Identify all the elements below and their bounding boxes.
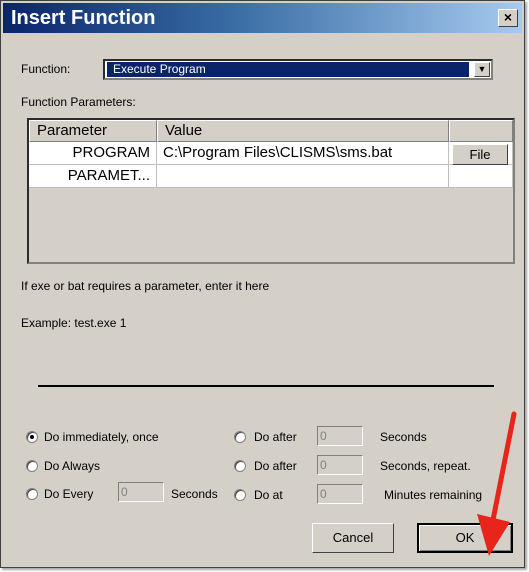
file-browse-button[interactable]: File xyxy=(452,144,508,165)
chevron-down-icon[interactable]: ▼ xyxy=(474,62,490,77)
cancel-button[interactable]: Cancel xyxy=(312,523,394,553)
radio-do-always[interactable] xyxy=(26,460,38,472)
function-select[interactable]: Execute Program ▼ xyxy=(103,59,493,80)
table-row-parameters-value[interactable] xyxy=(157,165,449,188)
do-always-label[interactable]: Do Always xyxy=(44,459,100,473)
do-at-unit-label: Minutes remaining xyxy=(384,488,483,502)
radio-do-after-seconds[interactable] xyxy=(234,431,246,443)
radio-do-immediately[interactable] xyxy=(26,431,38,443)
table-row-parameters-parameter[interactable]: PARAMET... xyxy=(29,165,157,188)
do-after-repeat-label[interactable]: Do after xyxy=(254,459,297,473)
title-bar[interactable]: Insert Function × xyxy=(3,3,522,33)
do-after-seconds-unit-label: Seconds xyxy=(380,430,427,444)
do-immediately-label[interactable]: Do immediately, once xyxy=(44,430,159,444)
radio-do-at[interactable] xyxy=(234,489,246,501)
ok-button[interactable]: OK xyxy=(417,523,513,553)
function-label: Function: xyxy=(21,62,71,76)
do-after-seconds-input[interactable]: 0 xyxy=(317,426,363,446)
radio-do-every[interactable] xyxy=(26,488,38,500)
insert-function-dialog: Insert Function × Function: Execute Prog… xyxy=(0,0,525,568)
do-after-repeat-input[interactable]: 0 xyxy=(317,455,363,475)
function-select-value: Execute Program xyxy=(107,62,469,77)
do-at-label[interactable]: Do at xyxy=(254,488,283,502)
parameter-hint-text: If exe or bat requires a parameter, ente… xyxy=(21,279,270,293)
do-at-minutes-input[interactable]: 0 xyxy=(317,484,363,504)
function-parameters-label: Function Parameters: xyxy=(21,95,136,109)
close-button[interactable]: × xyxy=(498,9,518,27)
table-row-parameters-action-cell xyxy=(449,165,513,188)
do-after-seconds-label[interactable]: Do after xyxy=(254,430,297,444)
radio-do-after-repeat[interactable] xyxy=(234,460,246,472)
table-row-program-value[interactable]: C:\Program Files\CLISMS\sms.bat xyxy=(157,142,449,165)
separator-line xyxy=(38,385,494,387)
window-title: Insert Function xyxy=(11,7,156,29)
do-every-label[interactable]: Do Every xyxy=(44,487,93,501)
do-every-unit-label: Seconds xyxy=(171,487,218,501)
do-every-seconds-input[interactable]: 0 xyxy=(118,482,164,502)
table-row-program-parameter[interactable]: PROGRAM xyxy=(29,142,157,165)
column-header-value[interactable]: Value xyxy=(157,120,449,142)
column-header-parameter[interactable]: Parameter xyxy=(29,120,157,142)
parameters-grid: Parameter Value PROGRAM C:\Program Files… xyxy=(27,118,515,264)
do-after-repeat-unit-label: Seconds, repeat. xyxy=(380,459,471,473)
example-text: Example: test.exe 1 xyxy=(21,316,127,330)
column-header-blank xyxy=(449,120,513,142)
